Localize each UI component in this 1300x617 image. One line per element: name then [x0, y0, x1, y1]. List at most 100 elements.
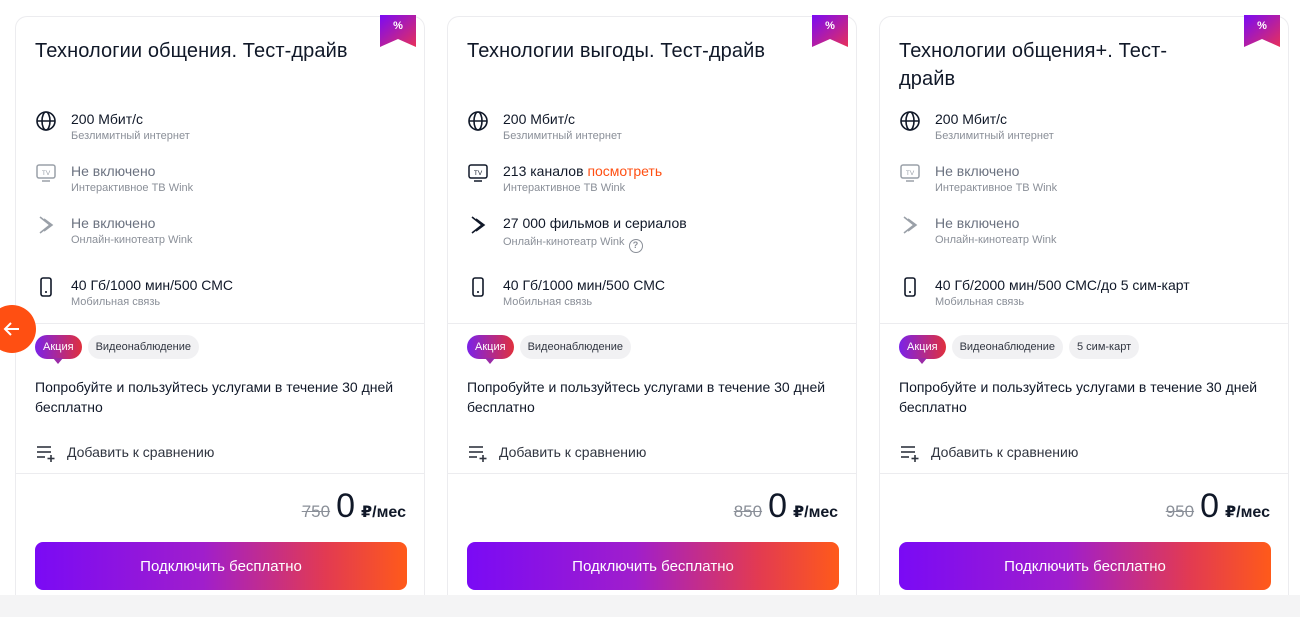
feature-value: 40 Гб/1000 мин/500 СМС: [71, 277, 234, 293]
divider: [880, 323, 1288, 324]
feature-value: 40 Гб/2000 мин/500 СМС/до 5 сим-карт: [935, 277, 1190, 293]
page-background-band: [0, 595, 1300, 617]
feature-label: Безлимитный интернет: [71, 130, 190, 142]
tariff-card: % Технологии выгоды. Тест-драйв 200 Мбит…: [447, 15, 857, 595]
tag-promo: Акция: [467, 335, 514, 364]
tv-icon: TV: [899, 162, 921, 184]
tag-video: Видеонаблюдение: [87, 335, 199, 359]
svg-text:TV: TV: [906, 170, 915, 177]
feature-value: 200 Мбит/с: [935, 111, 1008, 127]
feature-value: Не включено: [71, 163, 156, 179]
connect-free-button[interactable]: Подключить бесплатно: [467, 542, 839, 590]
divider: [448, 323, 856, 324]
divider: [448, 473, 856, 474]
globe-icon: [899, 110, 921, 132]
play-diamond-icon: [35, 214, 57, 236]
feature-label-text: Онлайн-кинотеатр Wink: [503, 236, 625, 248]
compare-list-icon: [899, 442, 921, 464]
tv-icon: TV: [467, 162, 489, 184]
old-price: 850: [733, 502, 763, 521]
feature-label: Интерактивное ТВ Wink: [503, 182, 626, 194]
feature-value: Не включено: [935, 163, 1020, 179]
tag-list: Акция Видеонаблюдение: [35, 335, 205, 364]
feature-label: Интерактивное ТВ Wink: [71, 182, 194, 194]
percent-icon: %: [825, 20, 835, 32]
feature-value: 40 Гб/1000 мин/500 СМС: [503, 277, 666, 293]
price-block: 850 0 ₽/мес: [734, 487, 838, 527]
feature-value: 200 Мбит/с: [71, 111, 144, 127]
svg-text:TV: TV: [42, 170, 51, 177]
price-unit: ₽/мес: [1225, 504, 1270, 521]
phone-icon: [35, 276, 57, 298]
discount-badge: %: [1244, 15, 1280, 47]
feature-internet: 200 Мбит/с Безлимитный интернет: [35, 110, 415, 150]
tag-list: Акция Видеонаблюдение: [467, 335, 637, 364]
compare-label: Добавить к сравнению: [67, 444, 215, 460]
tag-promo: Акция: [35, 335, 82, 364]
discount-badge: %: [812, 15, 848, 47]
channels-count: 213 каналов: [503, 163, 584, 179]
price-block: 950 0 ₽/мес: [1166, 487, 1270, 527]
tag-video: Видеонаблюдение: [951, 335, 1063, 359]
old-price: 950: [1165, 502, 1195, 521]
tv-icon: TV: [35, 162, 57, 184]
play-diamond-icon: [899, 214, 921, 236]
tag-list: Акция Видеонаблюдение 5 сим-карт: [899, 335, 1145, 364]
feature-cinema: 27 000 фильмов и сериалов Онлайн-кинотеа…: [467, 214, 847, 254]
feature-cinema: Не включено Онлайн-кинотеатр Wink: [899, 214, 1279, 254]
globe-icon: [467, 110, 489, 132]
price-block: 750 0 ₽/мес: [302, 487, 406, 527]
feature-label: Онлайн-кинотеатр Wink?: [503, 235, 643, 253]
globe-icon: [35, 110, 57, 132]
feature-value: 200 Мбит/с: [503, 111, 576, 127]
phone-icon: [899, 276, 921, 298]
tariff-description: Попробуйте и пользуйтесь услугами в тече…: [467, 379, 826, 415]
price-unit: ₽/мес: [361, 504, 406, 521]
tag-promo: Акция: [899, 335, 946, 364]
play-diamond-icon: [467, 214, 489, 236]
feature-cinema: Не включено Онлайн-кинотеатр Wink: [35, 214, 415, 254]
connect-free-button[interactable]: Подключить бесплатно: [899, 542, 1271, 590]
tariff-title: Технологии общения. Тест-драйв: [35, 40, 348, 62]
feature-label: Мобильная связь: [71, 296, 161, 308]
compare-label: Добавить к сравнению: [931, 444, 1079, 460]
percent-icon: %: [1257, 20, 1267, 32]
feature-mobile: 40 Гб/2000 мин/500 СМС/до 5 сим-карт Моб…: [899, 276, 1279, 316]
phone-icon: [467, 276, 489, 298]
tariff-card: % Технологии общения+. Тест-драйв 200 Мб…: [879, 15, 1289, 595]
feature-value: 213 каналов посмотреть: [503, 162, 662, 180]
feature-internet: 200 Мбит/с Безлимитный интернет: [467, 110, 847, 150]
current-price: 0: [1200, 487, 1219, 525]
price-unit: ₽/мес: [793, 504, 838, 521]
feature-mobile: 40 Гб/1000 мин/500 СМС Мобильная связь: [467, 276, 847, 316]
old-price: 750: [301, 502, 331, 521]
tag-video: Видеонаблюдение: [519, 335, 631, 359]
tariff-description: Попробуйте и пользуйтесь услугами в тече…: [899, 379, 1258, 415]
tariff-description: Попробуйте и пользуйтесь услугами в тече…: [35, 379, 394, 415]
tariff-title: Технологии общения+. Тест-драйв: [899, 40, 1168, 90]
tariff-card: % Технологии общения. Тест-драйв 200 Мби…: [15, 15, 425, 595]
feature-label: Безлимитный интернет: [503, 130, 622, 142]
help-icon[interactable]: ?: [628, 239, 643, 253]
feature-tv: TV Не включено Интерактивное ТВ Wink: [899, 162, 1279, 202]
divider: [880, 473, 1288, 474]
feature-value: Не включено: [935, 215, 1020, 231]
feature-value: Не включено: [71, 215, 156, 231]
compare-list-icon: [35, 442, 57, 464]
feature-tv: TV 213 каналов посмотреть Интерактивное …: [467, 162, 847, 202]
connect-free-button[interactable]: Подключить бесплатно: [35, 542, 407, 590]
view-channels-link[interactable]: посмотреть: [587, 163, 662, 179]
divider: [16, 473, 424, 474]
current-price: 0: [336, 487, 355, 525]
tag-sim-cards: 5 сим-карт: [1069, 335, 1140, 359]
svg-text:TV: TV: [474, 170, 483, 177]
feature-label: Мобильная связь: [503, 296, 593, 308]
feature-value: 27 000 фильмов и сериалов: [503, 215, 687, 231]
discount-badge: %: [380, 15, 416, 47]
feature-label: Онлайн-кинотеатр Wink: [71, 234, 193, 246]
compare-list-icon: [467, 442, 489, 464]
feature-mobile: 40 Гб/1000 мин/500 СМС Мобильная связь: [35, 276, 415, 316]
feature-internet: 200 Мбит/с Безлимитный интернет: [899, 110, 1279, 150]
feature-label: Интерактивное ТВ Wink: [935, 182, 1058, 194]
tariff-title: Технологии выгоды. Тест-драйв: [467, 40, 766, 62]
